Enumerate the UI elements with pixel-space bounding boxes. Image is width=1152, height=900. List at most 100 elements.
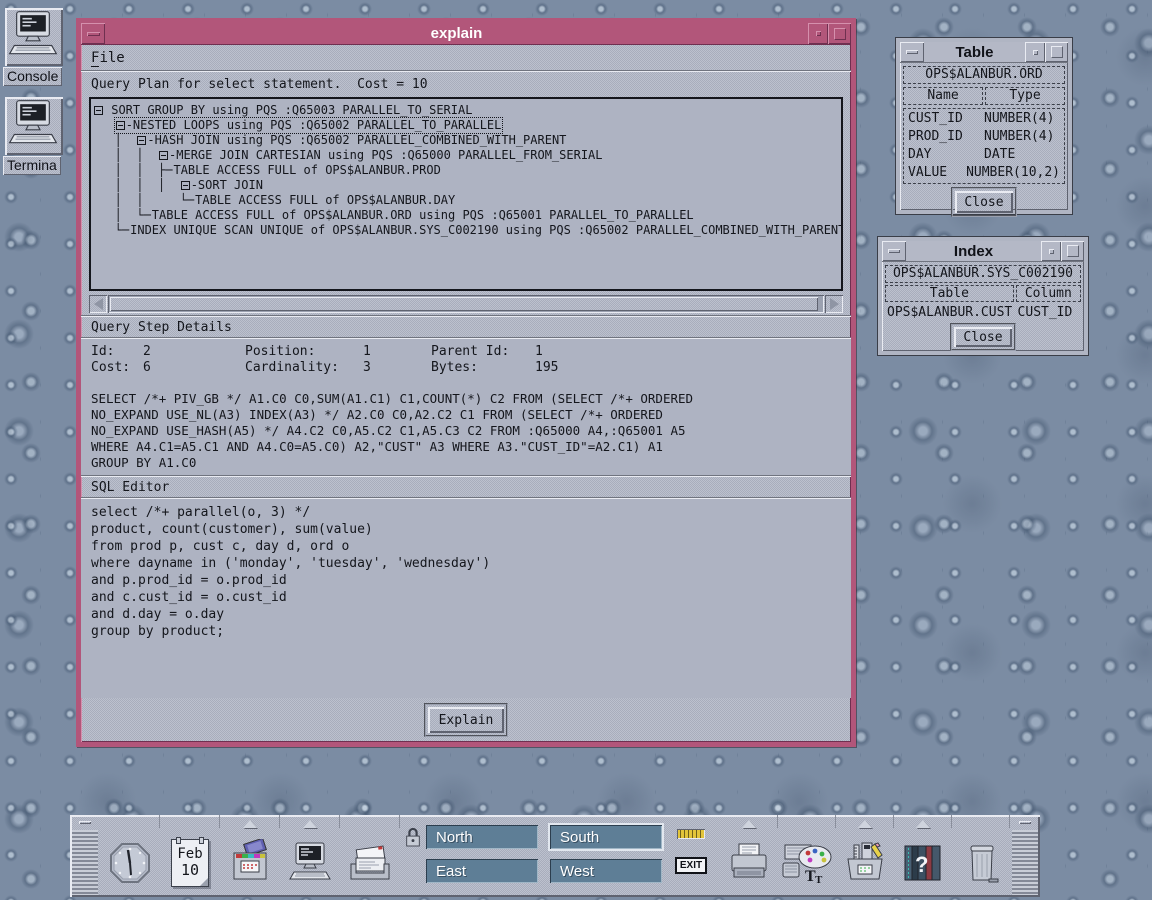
panel-grip[interactable]	[72, 830, 98, 895]
clock-control[interactable]	[100, 839, 160, 887]
tree-row[interactable]: │ │ ├─TABLE ACCESS FULL of OPS$ALANBUR.P…	[93, 163, 839, 178]
maximize-button[interactable]	[1061, 241, 1084, 261]
lock-area[interactable]	[400, 821, 426, 897]
scroll-right-button[interactable]	[825, 295, 843, 313]
trash-icon	[959, 840, 1003, 886]
printer-control[interactable]	[720, 840, 778, 886]
workspace-button-south[interactable]: South	[550, 825, 662, 849]
horizontal-scrollbar[interactable]	[89, 295, 843, 313]
handle-dash-icon	[1019, 821, 1031, 824]
explain-button[interactable]: Explain	[428, 707, 504, 733]
desktop-icon-console[interactable]	[5, 8, 63, 66]
scrollbar-track[interactable]	[108, 295, 824, 313]
minimize-icon	[1049, 249, 1054, 254]
selected-tree-node[interactable]: -NESTED LOOPS using PQS :Q65002 PARALLEL…	[115, 118, 503, 133]
calendar-icon: Feb 10	[171, 839, 209, 887]
index-row[interactable]: OPS$ALANBUR.CUSTCUST_ID	[887, 304, 1079, 321]
workspace-button-north[interactable]: North	[426, 825, 538, 849]
panel-icons-left: Feb 10	[100, 828, 400, 897]
hosts-subpanel-arrow[interactable]	[280, 815, 340, 828]
window-menu-button[interactable]	[882, 241, 906, 261]
tree-row[interactable]: └─INDEX UNIQUE SCAN UNIQUE of OPS$ALANBU…	[93, 223, 839, 238]
close-row: Close	[885, 323, 1081, 351]
expand-box-icon[interactable]	[94, 106, 103, 115]
explain-titlebar[interactable]: explain	[81, 23, 851, 45]
terminal-icon	[5, 97, 63, 151]
tree-row[interactable]: │ └─TABLE ACCESS FULL of OPS$ALANBUR.ORD…	[93, 208, 839, 223]
calendar-day: 10	[181, 862, 199, 879]
workspace-button-east[interactable]: East	[426, 859, 538, 883]
minimize-button[interactable]	[1025, 42, 1045, 62]
table-row[interactable]: CUST_IDNUMBER(4)	[908, 110, 1060, 128]
exit-button[interactable]: EXIT	[675, 857, 707, 874]
files-subpanel-arrow[interactable]	[220, 815, 280, 828]
table-row[interactable]: DAYDATE	[908, 146, 1060, 164]
query-plan-tree[interactable]: SORT GROUP BY using PQS :Q65003 PARALLEL…	[89, 97, 843, 291]
subpanel-strip	[100, 815, 400, 828]
cost-value: 6	[143, 360, 245, 376]
help-subpanel-arrow[interactable]	[894, 815, 952, 828]
index-close-button[interactable]: Close	[954, 327, 1012, 347]
calendar-control[interactable]: Feb 10	[160, 839, 220, 887]
style-manager-control[interactable]: T T	[778, 839, 836, 887]
tree-row[interactable]: -NESTED LOOPS using PQS :Q65002 PARALLEL…	[93, 118, 839, 133]
arrow-up-icon	[303, 820, 317, 828]
tree-row[interactable]: SORT GROUP BY using PQS :Q65003 PARALLEL…	[93, 103, 839, 118]
applications-subpanel-arrow[interactable]	[836, 815, 894, 828]
panel-grip[interactable]	[1012, 830, 1038, 895]
tree-row[interactable]: │ -HASH JOIN using PQS :Q65002 PARALLEL_…	[93, 133, 839, 148]
mail-control[interactable]	[340, 840, 400, 886]
tree-row[interactable]: │ │ │ -SORT JOIN	[93, 178, 839, 193]
desktop-icon-console-label[interactable]: Console	[3, 67, 62, 86]
table-close-button[interactable]: Close	[955, 191, 1013, 213]
printer-subpanel-arrow[interactable]	[720, 815, 778, 828]
table-titlebar[interactable]: Table	[900, 42, 1068, 63]
parent-id-value: 1	[535, 344, 851, 360]
window-menu-button[interactable]	[900, 42, 924, 62]
panel-handle-button[interactable]	[1011, 816, 1039, 828]
svg-text:T: T	[815, 874, 823, 886]
tree-node-label: TABLE ACCESS FULL of OPS$ALANBUR.ORD usi…	[152, 208, 694, 223]
table-row[interactable]: VALUENUMBER(10,2)	[908, 164, 1060, 182]
help-viewer-control[interactable]: ?	[894, 840, 952, 886]
index-titlebar[interactable]: Index	[882, 241, 1084, 262]
subpanel-strip	[720, 815, 1010, 828]
maximize-button[interactable]	[1045, 42, 1068, 62]
scrollbar-thumb[interactable]	[110, 297, 818, 311]
workspace-button-west[interactable]: West	[550, 859, 662, 883]
sql-editor-textarea[interactable]: select /*+ parallel(o, 3) */ product, co…	[81, 499, 851, 698]
expand-box-icon[interactable]	[116, 121, 125, 130]
expand-box-icon[interactable]	[137, 136, 146, 145]
minimize-button[interactable]	[1041, 241, 1061, 261]
application-manager-control[interactable]	[836, 839, 894, 887]
default-button-ring: Explain	[424, 703, 508, 737]
tree-row[interactable]: │ │ └─TABLE ACCESS FULL of OPS$ALANBUR.D…	[93, 193, 839, 208]
explain-window: explain File Query Plan for select state…	[76, 18, 856, 747]
cardinality-value: 3	[363, 360, 431, 376]
panel-left-handle[interactable]	[70, 815, 100, 897]
panel-right-handle[interactable]	[1010, 815, 1040, 897]
window-title: Table	[924, 42, 1025, 62]
table-row[interactable]: PROD_IDNUMBER(4)	[908, 128, 1060, 146]
panel-minimize-handle[interactable]	[71, 816, 99, 828]
expand-box-icon[interactable]	[181, 181, 190, 190]
terminal-control[interactable]	[280, 840, 340, 886]
expand-box-icon[interactable]	[159, 151, 168, 160]
desktop-icon-terminal-label[interactable]: Termina	[3, 156, 61, 175]
tree-row[interactable]: │ │ -MERGE JOIN CARTESIAN using PQS :Q65…	[93, 148, 839, 163]
scroll-left-button[interactable]	[89, 295, 107, 313]
trash-control[interactable]	[952, 840, 1010, 886]
minimize-button[interactable]	[808, 23, 828, 44]
tree-node-label: TABLE ACCESS FULL of OPS$ALANBUR.PROD	[173, 163, 440, 178]
desktop-icon-terminal[interactable]	[5, 97, 63, 155]
strip-segment	[160, 815, 220, 828]
menu-file[interactable]: File	[91, 50, 125, 66]
window-menu-button[interactable]	[81, 23, 105, 44]
console-terminal-icon	[5, 8, 63, 62]
maximize-icon	[1067, 245, 1079, 257]
minimize-icon	[1033, 50, 1038, 55]
scroll-right-icon	[830, 298, 839, 310]
printer-icon	[725, 840, 773, 886]
maximize-button[interactable]	[828, 23, 851, 44]
file-manager-control[interactable]	[220, 839, 280, 887]
